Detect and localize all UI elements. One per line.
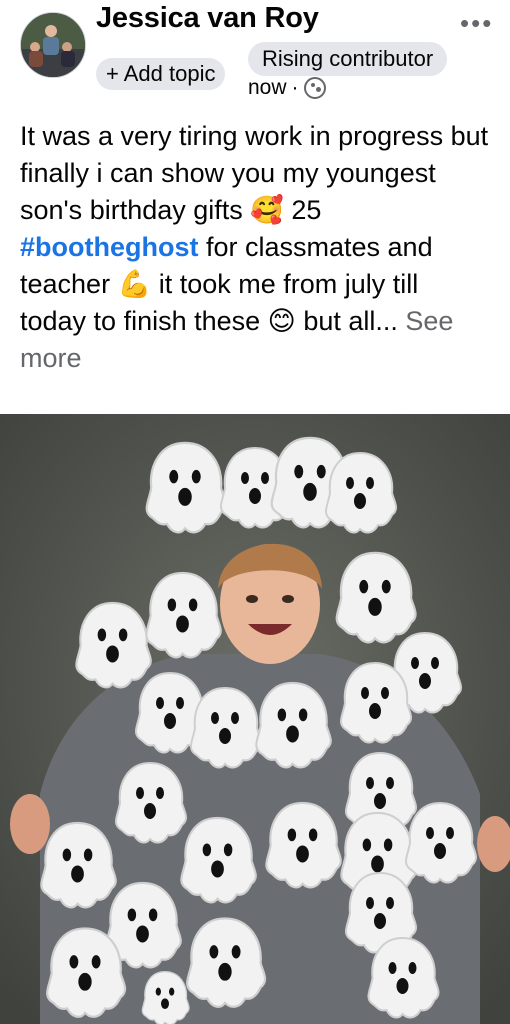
post-time: now [248,76,287,99]
meta-separator: · [291,76,299,99]
post-text-part5: but all... [295,306,406,336]
smiling-hearts-emoji-icon: 🥰 [250,195,284,225]
author-name[interactable]: Jessica van Roy [96,2,319,35]
hashtag-link[interactable]: #bootheghost [20,232,198,262]
rising-contributor-badge[interactable]: Rising contributor [248,42,448,76]
smiling-face-emoji-icon: 😊 [267,306,296,336]
more-options-icon[interactable]: ••• [460,8,493,39]
flexed-biceps-emoji-icon: 💪 [117,269,152,299]
post-photo[interactable] [0,414,510,1024]
author-avatar[interactable] [20,12,86,78]
post-header: Jessica van Roy ••• Rising contributor +… [0,0,510,112]
globe-icon[interactable] [303,77,326,99]
post-text-part2: 25 [283,195,322,225]
post-meta: now · [248,76,326,100]
add-topic-button[interactable]: + Add topic [96,58,226,90]
post-text: It was a very tiring work in progress bu… [20,118,490,377]
